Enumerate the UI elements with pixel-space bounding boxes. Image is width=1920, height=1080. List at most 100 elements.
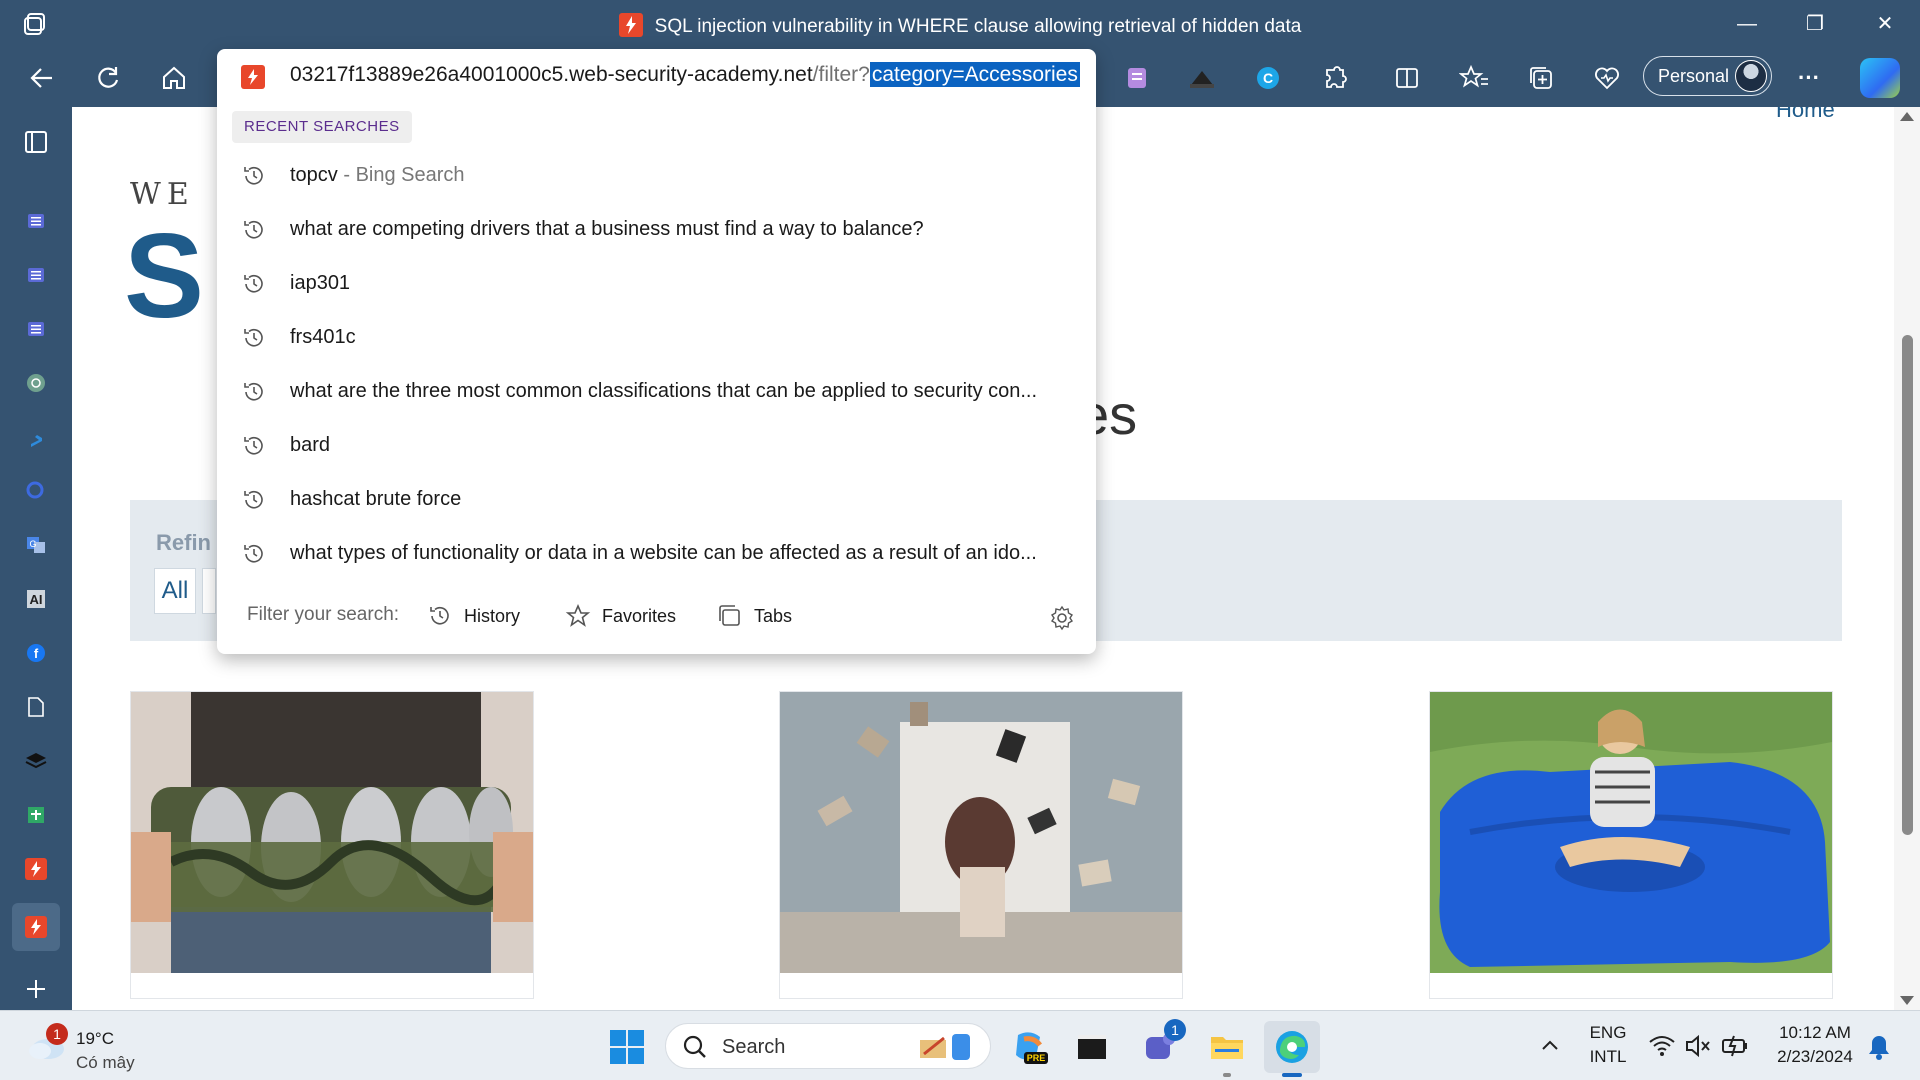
- url-path: /filter?: [812, 63, 870, 86]
- split-screen-icon[interactable]: [1390, 61, 1424, 95]
- extensions-icon[interactable]: [1318, 61, 1352, 95]
- tabs-icon: [719, 605, 740, 626]
- tab-list-icon[interactable]: [18, 257, 54, 293]
- extension-c-icon[interactable]: C: [1251, 61, 1285, 95]
- teams-badge: 1: [1164, 1019, 1186, 1041]
- restore-button[interactable]: ❐: [1790, 8, 1840, 40]
- copilot-icon[interactable]: [1860, 58, 1900, 98]
- suggestion-text: frs401c: [290, 326, 356, 348]
- settings-more-button[interactable]: ···: [1792, 61, 1826, 95]
- edge-taskbar-button[interactable]: [1264, 1021, 1320, 1073]
- search-filter-row: Filter your search: History Favorites Ta…: [217, 589, 1096, 643]
- sheet-tab-icon[interactable]: [18, 797, 54, 833]
- ai-tab-icon[interactable]: AI: [18, 581, 54, 617]
- scroll-up-icon[interactable]: [1900, 112, 1914, 121]
- clock-time[interactable]: 10:12 AM: [1760, 1023, 1870, 1043]
- scrollbar-thumb[interactable]: [1902, 335, 1913, 835]
- suggestion-item[interactable]: what types of functionality or data in a…: [217, 527, 1096, 581]
- chatgpt-tab-icon[interactable]: [18, 365, 54, 401]
- translate-tab-icon[interactable]: G: [18, 527, 54, 563]
- page-scrollbar[interactable]: [1894, 107, 1920, 1010]
- taskbar-search[interactable]: Search: [665, 1023, 991, 1069]
- close-button[interactable]: ✕: [1860, 8, 1910, 40]
- url-host: 03217f13889e26a4001000c5.web-security-ac…: [290, 63, 813, 86]
- extension-hat-icon[interactable]: [1185, 61, 1219, 95]
- window-title-text: SQL injection vulnerability in WHERE cla…: [654, 16, 1302, 37]
- suggestion-text: topcv: [290, 164, 338, 186]
- product-image: [780, 692, 1182, 973]
- favorites-icon[interactable]: [1457, 61, 1491, 95]
- gear-icon[interactable]: [1049, 605, 1075, 631]
- stack-tab-icon[interactable]: [18, 743, 54, 779]
- suggestion-item[interactable]: what are competing drivers that a busine…: [217, 203, 1096, 257]
- clock-date[interactable]: 2/23/2024: [1760, 1047, 1870, 1067]
- suggestion-text: what types of functionality or data in a…: [290, 542, 1037, 564]
- suggestion-text: bard: [290, 434, 331, 456]
- suggestion-item[interactable]: iap301: [217, 257, 1096, 311]
- weather-widget[interactable]: 1 19°C Có mây: [26, 1023, 166, 1072]
- copilot-taskbar-icon[interactable]: PRE: [1010, 1027, 1050, 1067]
- terminal-icon[interactable]: [1072, 1027, 1112, 1067]
- filter-label: Filter your search:: [247, 604, 400, 625]
- browser-essentials-icon[interactable]: [1590, 61, 1624, 95]
- search-tab-icon[interactable]: [18, 473, 54, 509]
- search-icon: [683, 1035, 706, 1058]
- wifi-icon[interactable]: [1648, 1033, 1676, 1059]
- home-icon[interactable]: [157, 61, 191, 95]
- window-title: SQL injection vulnerability in WHERE cla…: [0, 13, 1920, 38]
- tab-panel-icon[interactable]: [18, 124, 54, 160]
- taskbar: 1 19°C Có mây Search PRE 1 ENG INTL 10:1…: [0, 1010, 1920, 1080]
- notification-bell-icon[interactable]: [1866, 1033, 1892, 1061]
- filter-tabs-button[interactable]: Tabs: [717, 599, 807, 633]
- document-tab-icon[interactable]: [18, 689, 54, 725]
- product-card[interactable]: [779, 691, 1183, 999]
- tab-list-icon[interactable]: [18, 311, 54, 347]
- address-input[interactable]: 03217f13889e26a4001000c5.web-security-ac…: [290, 62, 1080, 87]
- portswigger-tab-icon[interactable]: [18, 851, 54, 887]
- new-tab-icon[interactable]: [18, 971, 54, 1007]
- bing-tab-icon[interactable]: [18, 419, 54, 455]
- avatar: [1735, 60, 1767, 92]
- suggestion-item[interactable]: bard: [217, 419, 1096, 473]
- product-card[interactable]: [130, 691, 534, 999]
- search-highlight-icon: [920, 1034, 970, 1060]
- scroll-down-icon[interactable]: [1900, 996, 1914, 1005]
- svg-text:C: C: [1263, 70, 1273, 86]
- filter-history-button[interactable]: History: [427, 599, 527, 633]
- filter-all-button[interactable]: All: [154, 568, 196, 614]
- product-image: [1430, 692, 1832, 973]
- suggestion-item[interactable]: hashcat brute force: [217, 473, 1096, 527]
- chevron-up-icon[interactable]: [1540, 1036, 1560, 1056]
- filter-favorites-button[interactable]: Favorites: [565, 599, 685, 633]
- windows-start-icon[interactable]: [607, 1027, 647, 1067]
- portswigger-favicon-icon: [618, 13, 643, 37]
- collections-icon[interactable]: [1524, 61, 1558, 95]
- speaker-muted-icon[interactable]: [1684, 1033, 1712, 1059]
- tab-list-icon[interactable]: [18, 203, 54, 239]
- filter-favorites-label: Favorites: [602, 606, 677, 626]
- filter-category-button[interactable]: [202, 568, 216, 614]
- refresh-icon[interactable]: [91, 61, 125, 95]
- title-bar: SQL injection vulnerability in WHERE cla…: [0, 0, 1920, 49]
- product-card[interactable]: [1429, 691, 1833, 999]
- language-bottom[interactable]: INTL: [1583, 1047, 1633, 1067]
- history-icon: [244, 220, 263, 239]
- portswigger-active-tab-icon[interactable]: [12, 903, 60, 951]
- home-link[interactable]: Home: [1776, 107, 1835, 123]
- back-icon[interactable]: [25, 61, 59, 95]
- facebook-tab-icon[interactable]: f: [18, 635, 54, 671]
- history-icon: [430, 606, 449, 625]
- profile-button[interactable]: Personal: [1643, 56, 1772, 96]
- suggestion-item[interactable]: what are the three most common classific…: [217, 365, 1096, 419]
- file-explorer-icon[interactable]: [1207, 1027, 1247, 1067]
- extension-purple-icon[interactable]: [1120, 61, 1154, 95]
- url-selected-query: category=Accessories: [869, 62, 1080, 87]
- history-icon: [244, 382, 263, 401]
- language-top[interactable]: ENG: [1583, 1023, 1633, 1043]
- suggestion-item[interactable]: topcv - Bing Search: [217, 149, 1096, 203]
- filter-history-label: History: [464, 606, 521, 626]
- suggestion-item[interactable]: frs401c: [217, 311, 1096, 365]
- minimize-button[interactable]: —: [1722, 8, 1772, 40]
- battery-charging-icon[interactable]: [1720, 1033, 1750, 1059]
- logo-big-text: S: [124, 209, 205, 343]
